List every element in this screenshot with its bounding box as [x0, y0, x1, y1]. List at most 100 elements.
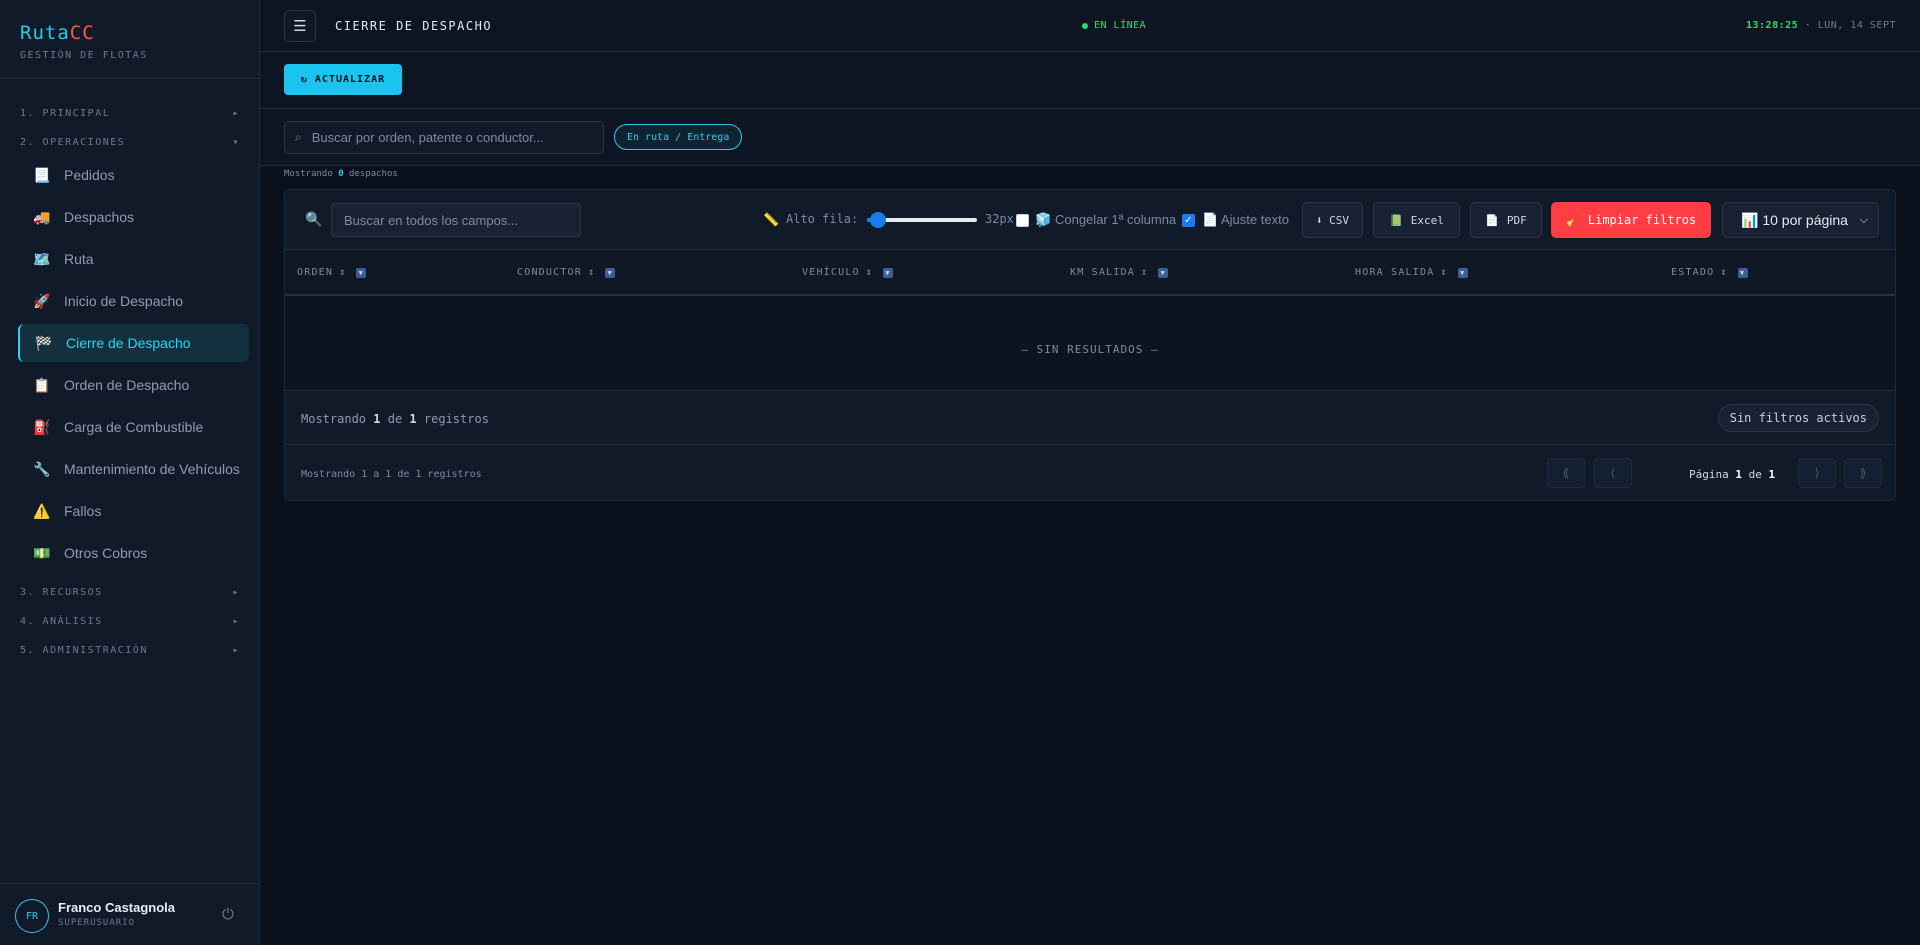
column-label: CONDUCTOR [517, 267, 582, 278]
row-height-slider[interactable] [867, 210, 977, 230]
sort-icon[interactable]: ↕ [866, 267, 873, 278]
column-header-conductor[interactable]: CONDUCTOR ↕ ▼ [517, 267, 616, 278]
topbar: ☰ CIERRE DE DESPACHO EN LÍNEA 13:28:25 ·… [260, 0, 1920, 52]
refresh-button[interactable]: ↻ ACTUALIZAR [284, 64, 402, 95]
page-indicator: Página 1 de 1 [1689, 468, 1775, 481]
money-icon: 💵 [33, 544, 51, 561]
wrap-text-checkbox[interactable]: ✓ [1182, 214, 1195, 227]
filter-icon[interactable]: ▼ [1737, 267, 1748, 278]
truck-icon: 🚚 [33, 208, 51, 225]
column-header-hora-salida[interactable]: HORA SALIDA ↕ ▼ [1355, 267, 1468, 278]
column-label: KM SALIDA [1070, 267, 1135, 278]
sort-icon[interactable]: ↕ [339, 267, 346, 278]
wrap-text-label: Ajuste texto [1221, 212, 1289, 227]
sidebar-item-otros-cobros[interactable]: 💵 Otros Cobros [18, 534, 249, 572]
filter-icon[interactable]: ▼ [883, 267, 893, 278]
warning-icon: ⚠️ [33, 502, 51, 519]
sort-icon[interactable]: ↕ [588, 267, 595, 278]
sidebar-item-fallos[interactable]: ⚠️ Fallos [18, 492, 249, 530]
freeze-column-label: Congelar 1ª columna [1055, 212, 1177, 227]
page-number: 1 [1735, 468, 1742, 481]
sidebar-item-label: Ruta [64, 251, 94, 267]
divider [0, 883, 259, 884]
sidebar-item-cierre-despacho[interactable]: 🏁 Cierre de Despacho [18, 324, 249, 362]
clock: 13:28:25 · LUN, 14 SEPT [1746, 20, 1896, 31]
first-page-button[interactable]: ⟪ [1547, 458, 1585, 488]
summary-total: 1 [409, 412, 417, 426]
column-header-km-salida[interactable]: KM SALIDA ↕ ▼ [1070, 267, 1169, 278]
sidebar-item-despachos[interactable]: 🚚 Despachos [18, 198, 249, 236]
export-csv-button[interactable]: ⬇ CSV [1302, 202, 1363, 238]
column-header-orden[interactable]: ORDEN ↕ ▼ [297, 267, 367, 278]
range-text: Mostrando 1 a 1 de 1 registros [301, 469, 482, 480]
summary-part: Mostrando [301, 412, 367, 426]
sidebar-item-orden-despacho[interactable]: 📋 Orden de Despacho [18, 366, 249, 404]
section-operaciones[interactable]: 2. OPERACIONES ▾ [20, 137, 240, 148]
sidebar-item-inicio-despacho[interactable]: 🚀 Inicio de Despacho [18, 282, 249, 320]
export-pdf-button[interactable]: 📄 PDF [1470, 202, 1542, 238]
sidebar-item-label: Despachos [64, 209, 135, 225]
clear-filters-button[interactable]: 🧹 Limpiar filtros [1551, 202, 1711, 238]
page-size-select[interactable]: 📊 10 por página ⌵ [1722, 202, 1879, 238]
sort-icon[interactable]: ↕ [1141, 267, 1148, 278]
fuel-pump-icon: ⛽ [33, 418, 51, 435]
summary-text: Mostrando 1 de 1 registros [301, 412, 489, 426]
table-search-input[interactable] [331, 203, 581, 237]
filter-icon[interactable]: ▼ [356, 267, 367, 278]
avatar[interactable]: FR [15, 899, 49, 933]
status-filter-chip[interactable]: En ruta / Entrega [614, 124, 743, 150]
clock-date: · LUN, 14 SEPT [1804, 20, 1896, 31]
count-suffix: despachos [349, 169, 398, 179]
sidebar-item-carga-combustible[interactable]: ⛽ Carga de Combustible [18, 408, 249, 446]
filter-icon[interactable]: ▼ [1457, 267, 1468, 278]
status-badge: EN LÍNEA [1082, 20, 1146, 31]
brand-logo[interactable]: RutaCC [20, 22, 148, 44]
filter-icon[interactable]: ▼ [605, 267, 616, 278]
column-header-vehiculo[interactable]: VEHÍCULO ↕ ▼ [802, 267, 893, 278]
clock-time: 13:28:25 [1746, 20, 1799, 31]
section-label: 1. PRINCIPAL [20, 108, 111, 119]
action-bar: ↻ ACTUALIZAR [260, 52, 1920, 109]
filter-bar: ⌕ En ruta / Entrega [260, 109, 1920, 166]
data-table-card: 🔍 📏 Alto fila: 32px 🧊 Congelar 1ª column… [284, 189, 1896, 501]
ice-cube-icon: 🧊 [1035, 212, 1052, 227]
sidebar-item-ruta[interactable]: 🗺️ Ruta [18, 240, 249, 278]
section-principal[interactable]: 1. PRINCIPAL ▸ [20, 108, 240, 119]
excel-label: Excel [1410, 213, 1444, 227]
section-analisis[interactable]: 4. ANÁLISIS ▸ [20, 616, 240, 627]
map-icon: 🗺️ [33, 250, 51, 267]
prev-page-button[interactable]: ⟨ [1594, 458, 1632, 488]
chevron-right-icon: ▸ [232, 587, 240, 598]
status-dot-icon [1082, 22, 1088, 29]
column-header-estado[interactable]: ESTADO ↕ ▼ [1671, 267, 1748, 278]
count-value: 0 [338, 169, 344, 179]
search-input[interactable] [311, 130, 582, 145]
page-label: Página [1689, 468, 1729, 481]
sidebar-item-mantenimiento[interactable]: 🔧 Mantenimiento de Vehículos [18, 450, 249, 488]
summary-part: registros [423, 412, 489, 426]
section-label: 5. ADMINISTRACIÓN [20, 645, 148, 656]
row-height-value: 32px [985, 212, 1014, 226]
power-icon[interactable]: ⏻ [222, 906, 234, 923]
sidebar-item-label: Pedidos [64, 167, 115, 183]
next-page-button[interactable]: ⟩ [1798, 458, 1836, 488]
last-page-button[interactable]: ⟫ [1844, 458, 1882, 488]
section-recursos[interactable]: 3. RECURSOS ▸ [20, 587, 240, 598]
table-toolbar: 🔍 📏 Alto fila: 32px 🧊 Congelar 1ª column… [285, 190, 1895, 250]
filter-icon[interactable]: ▼ [1158, 267, 1169, 278]
sort-icon[interactable]: ↕ [1720, 267, 1727, 278]
sidebar-item-pedidos[interactable]: 📃 Pedidos [18, 156, 249, 194]
empty-state: — SIN RESULTADOS — [1021, 343, 1159, 356]
page-total: 1 [1768, 468, 1776, 481]
page-icon: 📄 [1202, 212, 1219, 227]
section-administracion[interactable]: 5. ADMINISTRACIÓN ▸ [20, 645, 240, 656]
chevron-right-icon: ▸ [232, 616, 240, 627]
slider-thumb[interactable] [870, 212, 886, 228]
freeze-column-checkbox[interactable] [1016, 214, 1029, 227]
table-header: ORDEN ↕ ▼ CONDUCTOR ↕ ▼ VEHÍCULO ↕ ▼ KM … [285, 250, 1895, 296]
sort-icon[interactable]: ↕ [1440, 267, 1447, 278]
menu-toggle-button[interactable]: ☰ [284, 10, 316, 42]
export-excel-button[interactable]: 📗 Excel [1373, 202, 1460, 238]
search-box: ⌕ [284, 121, 604, 154]
sidebar-item-label: Inicio de Despacho [64, 293, 184, 309]
